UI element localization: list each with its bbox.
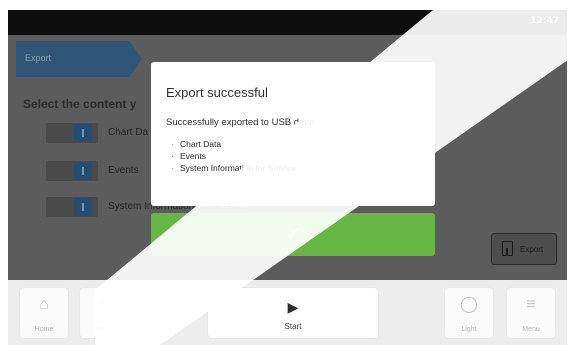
tab-export[interactable]: Export xyxy=(16,41,142,77)
checkbox-knob xyxy=(74,124,92,142)
list-item: Events xyxy=(171,150,296,162)
list-item: Chart Data xyxy=(171,138,296,150)
dialog-title: Export successful xyxy=(166,85,268,100)
home-button[interactable]: ⌂ Home xyxy=(20,288,68,338)
lightbulb-icon: ◯ xyxy=(460,296,478,313)
option-label: Chart Da xyxy=(108,127,149,138)
hamburger-menu-icon: ≡ xyxy=(526,296,536,313)
back-arrow-icon: ↶ xyxy=(97,296,111,313)
start-label: Start xyxy=(284,322,302,331)
export-button[interactable]: Export xyxy=(491,233,557,265)
usb-export-icon xyxy=(502,241,513,256)
menu-button[interactable]: ≡ Menu xyxy=(507,288,555,338)
exported-items-list: Chart Data Events System Information for… xyxy=(171,138,296,174)
export-success-dialog: Export successful Successfully exported … xyxy=(151,62,435,206)
checkbox-chart-data[interactable] xyxy=(46,123,98,143)
light-button[interactable]: ◯ Light xyxy=(445,288,493,338)
bottom-nav-bar: ⌂ Home ↶ Back ▶ Start ◯ Light ≡ Menu xyxy=(8,280,567,345)
menu-label: Menu xyxy=(522,326,540,333)
home-icon: ⌂ xyxy=(39,296,49,313)
device-screen: 12:47 Export Select the content y Chart … xyxy=(0,0,575,345)
home-label: Home xyxy=(34,326,54,333)
dialog-message: Successfully exported to USB drive xyxy=(166,117,315,128)
back-button[interactable]: ↶ Back xyxy=(80,288,128,338)
checkbox-knob xyxy=(74,162,92,180)
status-bar: 12:47 xyxy=(8,10,567,35)
back-label: Back xyxy=(96,326,112,333)
tab-export-label: Export xyxy=(25,53,52,63)
confirm-button[interactable]: ✔ xyxy=(151,213,435,256)
option-label: Events xyxy=(108,165,139,176)
clock: 12:47 xyxy=(530,16,559,26)
checkbox-events[interactable] xyxy=(46,161,98,181)
checkbox-knob xyxy=(74,198,92,216)
list-item: System Information for Service xyxy=(171,162,296,174)
page-title: Select the content y xyxy=(23,97,137,111)
export-button-label: Export xyxy=(520,245,544,254)
start-button[interactable]: ▶ Start xyxy=(208,288,378,338)
light-label: Light xyxy=(461,326,477,333)
checkmark-icon: ✔ xyxy=(285,224,301,244)
checkbox-system-information[interactable] xyxy=(46,197,98,217)
play-icon: ▶ xyxy=(287,299,299,315)
